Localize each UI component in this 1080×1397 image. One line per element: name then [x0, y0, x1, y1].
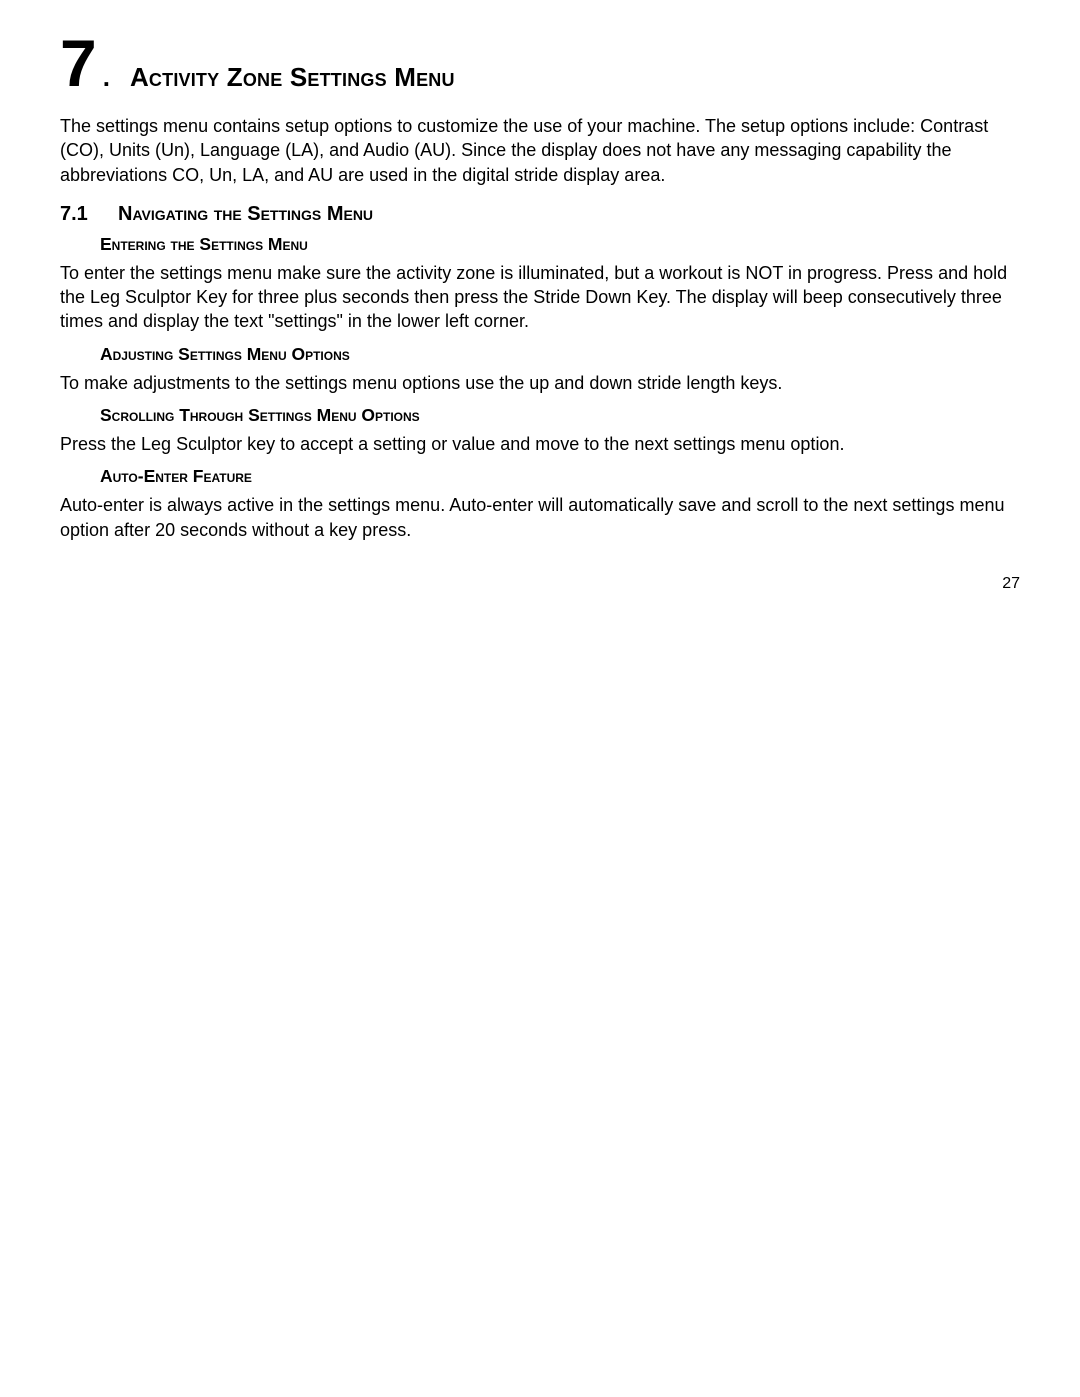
intro-paragraph: The settings menu contains setup options… — [60, 114, 1020, 187]
subheading-entering: Entering the Settings Menu — [100, 234, 1020, 255]
section-title: Navigating the Settings Menu — [118, 203, 373, 226]
paragraph-adjusting: To make adjustments to the settings menu… — [60, 371, 1020, 395]
subheading-autoenter: Auto-Enter Feature — [100, 466, 1020, 487]
chapter-title: Activity Zone Settings Menu — [130, 62, 455, 93]
paragraph-scrolling: Press the Leg Sculptor key to accept a s… — [60, 432, 1020, 456]
document-page: 7 . Activity Zone Settings Menu The sett… — [0, 0, 1080, 1397]
subheading-scrolling: Scrolling Through Settings Menu Options — [100, 405, 1020, 426]
paragraph-autoenter: Auto-enter is always active in the setti… — [60, 493, 1020, 542]
chapter-dot: . — [103, 62, 110, 93]
paragraph-entering: To enter the settings menu make sure the… — [60, 261, 1020, 334]
chapter-heading: 7 . Activity Zone Settings Menu — [60, 30, 1020, 96]
section-number: 7.1 — [60, 203, 118, 226]
page-number: 27 — [1002, 575, 1020, 593]
section-heading: 7.1 Navigating the Settings Menu — [60, 203, 1020, 226]
chapter-number: 7 — [60, 30, 97, 96]
subheading-adjusting: Adjusting Settings Menu Options — [100, 344, 1020, 365]
